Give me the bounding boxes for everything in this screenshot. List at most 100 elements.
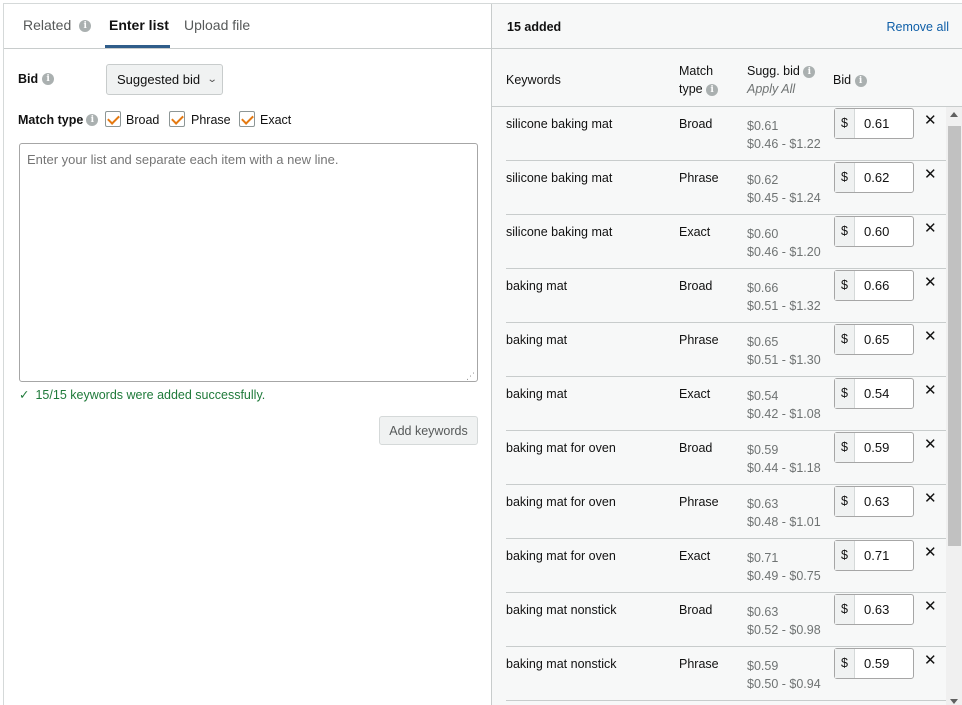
- bid-input[interactable]: $0.60: [834, 216, 914, 247]
- suggested-bid-range: $0.45 - $1.24: [747, 191, 821, 205]
- close-icon[interactable]: ✕: [924, 435, 937, 453]
- bid-input-value[interactable]: 0.62: [864, 163, 889, 192]
- suggested-bid-range: $0.46 - $1.22: [747, 137, 821, 151]
- tab-upload-file-label: Upload file: [184, 17, 251, 33]
- keyword-list-input[interactable]: [19, 143, 478, 382]
- suggested-bid: $0.61 $0.46 - $1.22: [747, 117, 821, 153]
- bid-input[interactable]: $0.59: [834, 432, 914, 463]
- currency-prefix: $: [835, 271, 855, 300]
- close-icon[interactable]: ✕: [924, 327, 937, 345]
- column-match-type-line2: type: [679, 82, 703, 96]
- bid-input-value[interactable]: 0.71: [864, 541, 889, 570]
- bid-label: Bid i: [18, 72, 55, 86]
- bid-input[interactable]: $0.59: [834, 648, 914, 679]
- suggested-bid-range: $0.49 - $0.75: [747, 569, 821, 583]
- suggested-bid: $0.71 $0.49 - $0.75: [747, 549, 821, 585]
- keyword-input-panel: Related i Enter list Upload file Bid i Su…: [4, 4, 492, 705]
- suggested-bid-range: $0.44 - $1.18: [747, 461, 821, 475]
- broad-checkbox-label[interactable]: Broad: [126, 113, 159, 127]
- info-icon[interactable]: i: [86, 113, 99, 126]
- bid-input[interactable]: $0.61: [834, 108, 914, 139]
- keyword-text: baking mat: [506, 333, 568, 347]
- bid-input[interactable]: $0.71: [834, 540, 914, 571]
- keyword-text: baking mat for oven: [506, 549, 616, 563]
- tab-enter-list[interactable]: Enter list: [109, 17, 169, 33]
- scroll-down-arrow-icon[interactable]: [950, 699, 958, 704]
- bid-label-text: Bid: [18, 72, 39, 86]
- suggested-bid-value: $0.61: [747, 119, 779, 133]
- bid-input-value[interactable]: 0.61: [864, 109, 889, 138]
- added-keywords-panel: 15 added Remove all Keywords Match type …: [492, 4, 962, 705]
- column-bid: Bid i: [833, 71, 867, 89]
- bid-input[interactable]: $0.65: [834, 324, 914, 355]
- close-icon[interactable]: ✕: [924, 597, 937, 615]
- bid-type-value: Suggested bid: [117, 72, 201, 87]
- close-icon[interactable]: ✕: [924, 111, 937, 129]
- info-icon[interactable]: i: [79, 20, 92, 33]
- bid-input-value[interactable]: 0.66: [864, 271, 889, 300]
- apply-all-link[interactable]: Apply All: [747, 80, 815, 98]
- suggested-bid: $0.63 $0.52 - $0.98: [747, 603, 821, 639]
- bid-input[interactable]: $0.66: [834, 270, 914, 301]
- suggested-bid: $0.65 $0.51 - $1.30: [747, 333, 821, 369]
- close-icon[interactable]: ✕: [924, 381, 937, 399]
- bid-input-value[interactable]: 0.60: [864, 217, 889, 246]
- added-header: 15 added Remove all: [492, 4, 962, 49]
- suggested-bid-range: $0.51 - $1.32: [747, 299, 821, 313]
- match-type-text: Phrase: [679, 495, 719, 509]
- suggested-bid-range: $0.52 - $0.98: [747, 623, 821, 637]
- scrollbar-thumb[interactable]: [948, 126, 961, 546]
- close-icon[interactable]: ✕: [924, 489, 937, 507]
- scroll-up-arrow-icon[interactable]: [950, 112, 958, 117]
- close-icon[interactable]: ✕: [924, 543, 937, 561]
- bid-input-value[interactable]: 0.59: [864, 649, 889, 678]
- phrase-checkbox[interactable]: [169, 111, 185, 127]
- suggested-bid: $0.66 $0.51 - $1.32: [747, 279, 821, 315]
- bid-input-value[interactable]: 0.65: [864, 325, 889, 354]
- match-type-text: Broad: [679, 441, 713, 455]
- match-type-text: Exact: [679, 225, 711, 239]
- suggested-bid-value: $0.54: [747, 389, 779, 403]
- bid-input[interactable]: $0.63: [834, 486, 914, 517]
- close-icon[interactable]: ✕: [924, 273, 937, 291]
- info-icon[interactable]: i: [42, 72, 55, 85]
- currency-prefix: $: [835, 217, 855, 246]
- scrollbar[interactable]: [946, 107, 962, 705]
- bid-input-value[interactable]: 0.59: [864, 433, 889, 462]
- table-row: silicone baking mat Phrase $0.62 $0.45 - $1…: [506, 161, 946, 215]
- tab-related[interactable]: Related i: [23, 17, 92, 33]
- tab-related-label: Related: [23, 17, 72, 33]
- column-match-type-line1: Match: [679, 64, 714, 78]
- match-type-text: Broad: [679, 279, 713, 293]
- info-icon[interactable]: i: [854, 74, 867, 87]
- table-row: silicone baking mat Exact $0.60 $0.46 - $1.…: [506, 215, 946, 269]
- close-icon[interactable]: ✕: [924, 165, 937, 183]
- suggested-bid-range: $0.46 - $1.20: [747, 245, 821, 259]
- suggested-bid-value: $0.66: [747, 281, 779, 295]
- exact-checkbox[interactable]: [239, 111, 255, 127]
- broad-checkbox[interactable]: [105, 111, 121, 127]
- phrase-checkbox-label[interactable]: Phrase: [191, 113, 231, 127]
- column-sugg-bid: Sugg. bid i Apply All: [747, 62, 816, 98]
- tab-upload-file[interactable]: Upload file: [184, 17, 250, 33]
- success-message: ✓ 15/15 keywords were added successfully.: [19, 387, 265, 402]
- remove-all-link[interactable]: Remove all: [886, 20, 949, 34]
- bid-input-value[interactable]: 0.63: [864, 595, 889, 624]
- bid-input[interactable]: $0.63: [834, 594, 914, 625]
- currency-prefix: $: [835, 487, 855, 516]
- info-icon[interactable]: i: [706, 83, 719, 96]
- close-icon[interactable]: ✕: [924, 651, 937, 669]
- close-icon[interactable]: ✕: [924, 219, 937, 237]
- currency-prefix: $: [835, 109, 855, 138]
- bid-input-value[interactable]: 0.54: [864, 379, 889, 408]
- info-icon[interactable]: i: [803, 65, 816, 78]
- resize-handle-icon[interactable]: ⋰: [466, 371, 475, 382]
- bid-input[interactable]: $0.62: [834, 162, 914, 193]
- add-keywords-button[interactable]: Add keywords: [379, 416, 478, 445]
- bid-type-dropdown[interactable]: Suggested bid ⌄: [106, 64, 223, 95]
- column-match-type: Match type i: [679, 62, 719, 98]
- suggested-bid-value: $0.63: [747, 605, 779, 619]
- exact-checkbox-label[interactable]: Exact: [260, 113, 291, 127]
- bid-input-value[interactable]: 0.63: [864, 487, 889, 516]
- bid-input[interactable]: $0.54: [834, 378, 914, 409]
